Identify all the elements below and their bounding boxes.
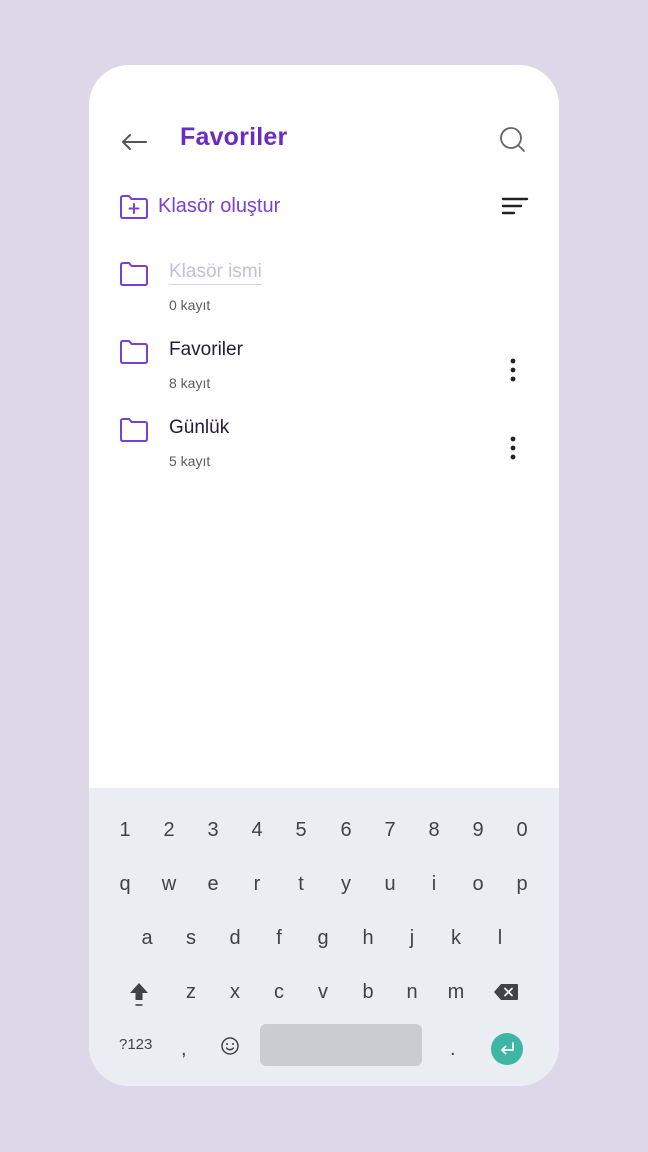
key[interactable]: y xyxy=(326,864,366,904)
key[interactable]: 8 xyxy=(414,810,454,850)
key[interactable]: j xyxy=(392,918,432,958)
shift-icon[interactable] xyxy=(127,980,151,1008)
folder-icon xyxy=(120,340,148,364)
period-key[interactable]: . xyxy=(450,1038,456,1061)
folder-name-input[interactable]: Klasör ismi xyxy=(169,261,262,285)
key[interactable]: r xyxy=(237,864,277,904)
keyboard-row-numbers: 1 2 3 4 5 6 7 8 9 0 xyxy=(89,810,559,850)
backspace-icon[interactable] xyxy=(492,982,520,1002)
key[interactable]: u xyxy=(370,864,410,904)
more-vertical-icon[interactable] xyxy=(503,433,523,465)
key[interactable]: l xyxy=(480,918,520,958)
emoji-icon[interactable] xyxy=(220,1036,240,1056)
symbols-key[interactable]: ?123 xyxy=(119,1036,152,1053)
app-screen: Favoriler Klasör oluştur Klasör ismi 0 k… xyxy=(89,65,559,1086)
space-key[interactable] xyxy=(260,1024,422,1066)
key[interactable]: v xyxy=(303,972,343,1012)
folder-count: 0 kayıt xyxy=(169,297,211,313)
key[interactable]: n xyxy=(392,972,432,1012)
key[interactable]: 1 xyxy=(105,810,145,850)
enter-icon xyxy=(501,1042,514,1055)
key[interactable]: a xyxy=(127,918,167,958)
key[interactable]: k xyxy=(436,918,476,958)
folder-count: 5 kayıt xyxy=(169,453,211,469)
key[interactable]: o xyxy=(458,864,498,904)
key[interactable]: e xyxy=(193,864,233,904)
key[interactable]: t xyxy=(281,864,321,904)
key[interactable]: 5 xyxy=(281,810,321,850)
sort-icon[interactable] xyxy=(501,195,529,217)
list-item[interactable]: Günlük 5 kayıt xyxy=(89,411,559,481)
folder-plus-icon xyxy=(120,194,148,219)
key[interactable]: q xyxy=(105,864,145,904)
folder-count: 8 kayıt xyxy=(169,375,211,391)
create-folder-label: Klasör oluştur xyxy=(158,194,281,217)
back-arrow-icon[interactable] xyxy=(119,127,149,157)
key[interactable]: f xyxy=(259,918,299,958)
key[interactable]: b xyxy=(348,972,388,1012)
page-title: Favoriler xyxy=(180,123,288,151)
key[interactable]: g xyxy=(303,918,343,958)
keyboard-row-z: z x c v b n m xyxy=(89,972,559,1012)
folder-name: Favoriler xyxy=(169,339,243,360)
keyboard-row-q: q w e r t y u i o p xyxy=(89,864,559,904)
key[interactable]: 6 xyxy=(326,810,366,850)
key[interactable]: 7 xyxy=(370,810,410,850)
key[interactable]: 2 xyxy=(149,810,189,850)
list-item[interactable]: Favoriler 8 kayıt xyxy=(89,333,559,403)
key[interactable]: x xyxy=(215,972,255,1012)
create-folder-button[interactable]: Klasör oluştur xyxy=(119,191,280,221)
key[interactable]: 0 xyxy=(502,810,542,850)
comma-key[interactable]: , xyxy=(181,1038,187,1061)
folder-icon xyxy=(120,418,148,442)
key[interactable]: 3 xyxy=(193,810,233,850)
enter-key[interactable] xyxy=(491,1033,523,1065)
key[interactable]: w xyxy=(149,864,189,904)
onscreen-keyboard: 1 2 3 4 5 6 7 8 9 0 q w e r t y u i o p … xyxy=(89,788,559,1086)
key[interactable]: c xyxy=(259,972,299,1012)
list-item[interactable]: Klasör ismi 0 kayıt xyxy=(89,255,559,325)
folder-name: Günlük xyxy=(169,417,230,438)
key[interactable]: h xyxy=(348,918,388,958)
key[interactable]: i xyxy=(414,864,454,904)
key[interactable]: 9 xyxy=(458,810,498,850)
key[interactable]: p xyxy=(502,864,542,904)
search-icon[interactable] xyxy=(499,125,527,155)
key[interactable]: d xyxy=(215,918,255,958)
folder-icon xyxy=(120,262,148,286)
key[interactable]: z xyxy=(171,972,211,1012)
key[interactable]: m xyxy=(436,972,476,1012)
key[interactable]: 4 xyxy=(237,810,277,850)
more-vertical-icon[interactable] xyxy=(503,355,523,387)
header: Favoriler Klasör oluştur xyxy=(89,65,559,219)
keyboard-row-a: a s d f g h j k l xyxy=(89,918,559,958)
key[interactable]: s xyxy=(171,918,211,958)
